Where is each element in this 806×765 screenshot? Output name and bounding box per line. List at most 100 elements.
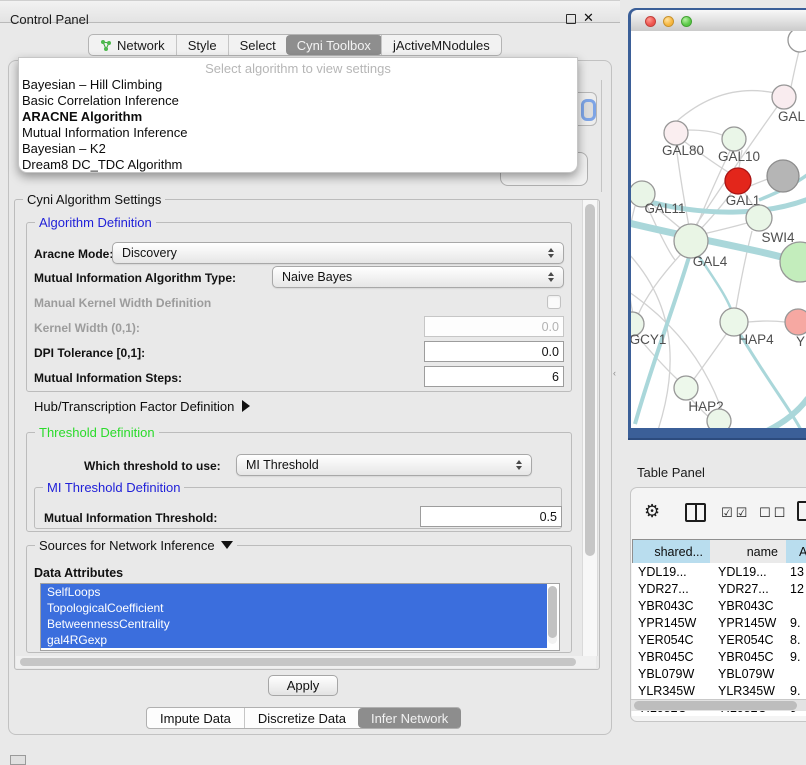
network-edge[interactable] [791, 51, 799, 87]
control-panel-title: Control Panel [10, 12, 89, 27]
network-node-label: GAL4 [693, 254, 728, 269]
table-row[interactable]: YDR27...YDR27...12 [632, 580, 806, 597]
algorithm-option[interactable]: Basic Correlation Inference [19, 93, 577, 109]
network-edge[interactable] [688, 130, 722, 135]
tab-infer-network[interactable]: Infer Network [358, 708, 461, 728]
network-node[interactable] [664, 121, 688, 145]
network-node[interactable] [725, 168, 751, 194]
data-attribute-item[interactable]: SelfLoops [41, 584, 547, 600]
which-threshold-select[interactable]: MI Threshold [236, 454, 532, 476]
threshold-definition-title: Threshold Definition [35, 425, 159, 440]
table-horizontal-scrollbar-thumb[interactable] [634, 701, 797, 710]
network-node[interactable] [674, 376, 698, 400]
tab-select[interactable]: Select [228, 35, 287, 55]
network-node-label: HAP4 [738, 332, 774, 347]
deselect-all-checkboxes-icon[interactable]: ☐☐ [759, 505, 788, 521]
algorithm-option[interactable]: Mutual Information Inference [19, 125, 577, 141]
table-row[interactable]: YBR043CYBR043C [632, 597, 806, 614]
kernel-width-input[interactable] [424, 316, 564, 337]
table-row[interactable]: YBL079WYBL079W [632, 665, 806, 682]
column-header-a[interactable]: A [786, 539, 806, 565]
algorithm-option[interactable]: Bayesian – Hill Climbing [19, 77, 577, 93]
network-node-label: GAL11 [644, 201, 685, 216]
close-traffic-light-icon[interactable] [645, 16, 656, 27]
data-attribute-item[interactable]: BetweennessCentrality [41, 616, 547, 632]
list-scrollbar[interactable] [548, 586, 557, 644]
data-attribute-item[interactable]: TopologicalCoefficient [41, 600, 547, 616]
manual-kernel-width-checkbox[interactable] [547, 295, 561, 309]
tab-cyni-toolbox[interactable]: Cyni Toolbox [286, 35, 382, 55]
select-all-checkboxes-icon[interactable]: ☑☑ [721, 505, 750, 521]
network-node[interactable] [707, 409, 731, 428]
document-icon[interactable] [797, 501, 806, 521]
mi-algorithm-type-select[interactable]: Naive Bayes [272, 266, 564, 288]
tab-cyni-toolbox-label: Cyni Toolbox [297, 38, 371, 53]
network-node-label: Y [796, 334, 805, 349]
column-header-name[interactable]: name [710, 539, 787, 565]
close-icon[interactable]: ✕ [583, 10, 594, 26]
column-layout-icon[interactable] [685, 503, 706, 522]
network-window-titlebar[interactable] [631, 10, 806, 32]
aracne-mode-select[interactable]: Discovery [112, 242, 564, 264]
gear-icon[interactable]: ⚙ [644, 501, 660, 522]
tab-impute-data[interactable]: Impute Data [147, 708, 244, 728]
network-node[interactable] [746, 205, 772, 231]
manual-kernel-width-label: Manual Kernel Width Definition [34, 296, 211, 310]
data-attribute-item[interactable]: gal4RGexp [41, 632, 547, 648]
table-row[interactable]: YBR045CYBR045C9. [632, 648, 806, 665]
network-node-label: GCY1 [631, 332, 666, 347]
splitter-collapse-icon[interactable]: ‹ [613, 368, 616, 378]
network-edge[interactable] [676, 145, 691, 237]
tab-select-label: Select [240, 38, 276, 53]
network-edge[interactable] [748, 321, 785, 322]
network-edge[interactable] [736, 231, 752, 308]
zoom-traffic-light-icon[interactable] [681, 16, 692, 27]
mi-steps-input[interactable] [424, 366, 564, 387]
network-node[interactable] [788, 31, 806, 52]
network-node[interactable] [772, 85, 796, 109]
table-row[interactable]: YPR145WYPR145W9. [632, 614, 806, 631]
table-row[interactable]: YDL19...YDL19...13 [632, 563, 806, 580]
table-cell: YBR043C [710, 599, 786, 613]
bottom-corner-button[interactable] [10, 755, 26, 765]
tab-discretize-data[interactable]: Discretize Data [244, 708, 359, 728]
tab-style[interactable]: Style [176, 35, 228, 55]
algorithm-option[interactable]: ARACNE Algorithm [19, 109, 577, 125]
dpi-tolerance-input[interactable] [424, 341, 564, 362]
network-edge[interactable] [638, 253, 682, 315]
hub-definition-expander[interactable]: Hub/Transcription Factor Definition [34, 399, 250, 414]
table-rows[interactable]: YDL19...YDL19...13YDR27...YDR27...12YBR0… [632, 563, 806, 716]
table-panel-title: Table Panel [637, 465, 705, 480]
settings-vertical-scrollbar-thumb[interactable] [585, 204, 595, 556]
tab-jactivemnodules[interactable]: jActiveMNodules [381, 35, 501, 55]
network-node[interactable] [780, 242, 806, 282]
mi-threshold-input[interactable] [420, 506, 562, 527]
network-node[interactable] [722, 127, 746, 151]
data-attributes-label: Data Attributes [34, 566, 123, 580]
control-panel-titlebar: Control Panel ✕ [0, 0, 620, 23]
apply-button[interactable]: Apply [268, 675, 338, 696]
tab-network[interactable]: Network [89, 35, 176, 55]
settings-horizontal-scrollbar-thumb[interactable] [20, 658, 576, 666]
network-node[interactable] [674, 224, 708, 258]
network-node[interactable] [767, 160, 799, 192]
network-edge[interactable] [677, 91, 775, 121]
table-cell: YPR145W [710, 616, 786, 630]
data-attributes-list[interactable]: SelfLoopsTopologicalCoefficientBetweenne… [40, 583, 560, 651]
network-node-label: GAL [778, 109, 806, 124]
network-canvas[interactable]: GALGAL80GAL10GAL1GAL11SWI4GAL4GCY1HAP4YH… [631, 31, 806, 428]
table-row[interactable]: YER054CYER054C8. [632, 631, 806, 648]
network-node[interactable] [785, 309, 806, 335]
column-header-shared-name[interactable]: shared... [632, 539, 712, 565]
network-edge[interactable] [750, 179, 768, 186]
network-edge[interactable] [694, 333, 727, 379]
table-cell: YBR045C [710, 650, 786, 664]
minimize-traffic-light-icon[interactable] [663, 16, 674, 27]
aracne-mode-label: Aracne Mode: [34, 247, 113, 261]
tab-style-label: Style [188, 38, 217, 53]
float-window-icon[interactable] [566, 14, 576, 24]
algorithm-option[interactable]: Dream8 DC_TDC Algorithm [19, 157, 577, 173]
table-row[interactable]: YLR345WYLR345W9. [632, 682, 806, 699]
algorithm-option[interactable]: Bayesian – K2 [19, 141, 577, 157]
network-edge[interactable] [767, 398, 806, 428]
